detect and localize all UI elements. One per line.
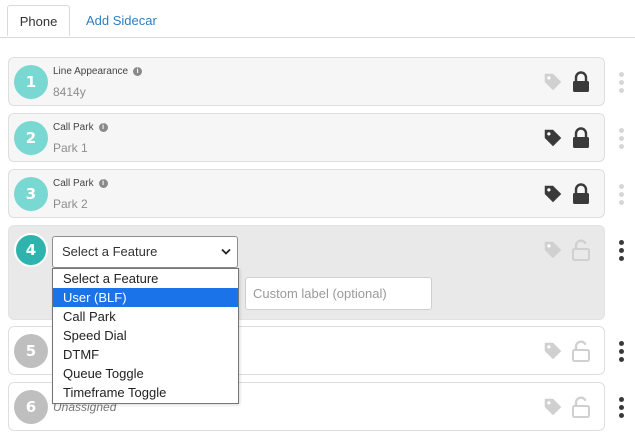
feature-select[interactable]: Select a Feature [52, 236, 238, 268]
lock-icon[interactable] [572, 183, 590, 205]
key-number-badge: 6 [14, 390, 48, 424]
line-key-row-3[interactable]: 3 Call Park i Park 2 [8, 169, 605, 218]
tag-icon[interactable] [542, 239, 564, 261]
dropdown-option-dtmf[interactable]: DTMF [53, 345, 238, 364]
tag-icon[interactable] [542, 340, 564, 362]
feature-type-label: Call Park i [53, 178, 108, 189]
kebab-menu-icon[interactable] [619, 240, 625, 264]
info-icon[interactable]: i [98, 123, 108, 132]
key-number-badge: 5 [14, 334, 48, 368]
kebab-menu-icon[interactable] [619, 128, 625, 152]
feature-type-text: Line Appearance [53, 66, 129, 77]
feature-type-label: Call Park i [53, 122, 108, 133]
unlock-icon[interactable] [572, 340, 590, 362]
feature-value: 8414y [53, 85, 86, 99]
tag-icon[interactable] [542, 183, 564, 205]
dropdown-option-select-a-feature[interactable]: Select a Feature [53, 269, 238, 288]
feature-dropdown-list[interactable]: Select a Feature User (BLF) Call Park Sp… [52, 268, 239, 404]
feature-type-text: Call Park [53, 178, 94, 189]
dropdown-option-user-blf[interactable]: User (BLF) [53, 288, 238, 307]
key-number-badge: 3 [14, 177, 48, 211]
kebab-menu-icon[interactable] [619, 72, 625, 96]
lock-icon[interactable] [572, 127, 590, 149]
dropdown-option-queue-toggle[interactable]: Queue Toggle [53, 364, 238, 383]
kebab-menu-icon[interactable] [619, 341, 625, 365]
tag-icon[interactable] [542, 127, 564, 149]
kebab-menu-icon[interactable] [619, 397, 625, 421]
key-number-badge: 2 [14, 121, 48, 155]
custom-label-input[interactable] [245, 277, 432, 310]
tag-icon[interactable] [542, 71, 564, 93]
chevron-down-icon [221, 248, 231, 255]
line-key-row-1[interactable]: 1 Line Appearance i 8414y [8, 57, 605, 106]
feature-type-text: Call Park [53, 122, 94, 133]
dropdown-option-timeframe-toggle[interactable]: Timeframe Toggle [53, 383, 238, 402]
line-key-row-2[interactable]: 2 Call Park i Park 1 [8, 113, 605, 162]
feature-value: Park 2 [53, 197, 88, 211]
key-number-badge: 4 [14, 233, 48, 267]
unlock-icon[interactable] [572, 396, 590, 418]
dropdown-option-speed-dial[interactable]: Speed Dial [53, 326, 238, 345]
tag-icon[interactable] [542, 396, 564, 418]
tab-add-sidecar[interactable]: Add Sidecar [72, 5, 171, 37]
feature-value: Park 1 [53, 141, 88, 155]
feature-type-label: Line Appearance i [53, 66, 143, 77]
feature-select-value: Select a Feature [62, 244, 158, 259]
tab-phone[interactable]: Phone [7, 5, 70, 36]
unlock-icon[interactable] [572, 239, 590, 261]
lock-icon[interactable] [572, 71, 590, 93]
info-icon[interactable]: i [133, 67, 143, 76]
kebab-menu-icon[interactable] [619, 184, 625, 208]
info-icon[interactable]: i [98, 179, 108, 188]
key-number-badge: 1 [14, 65, 48, 99]
tab-bar: Phone Add Sidecar [0, 0, 635, 38]
dropdown-option-call-park[interactable]: Call Park [53, 307, 238, 326]
